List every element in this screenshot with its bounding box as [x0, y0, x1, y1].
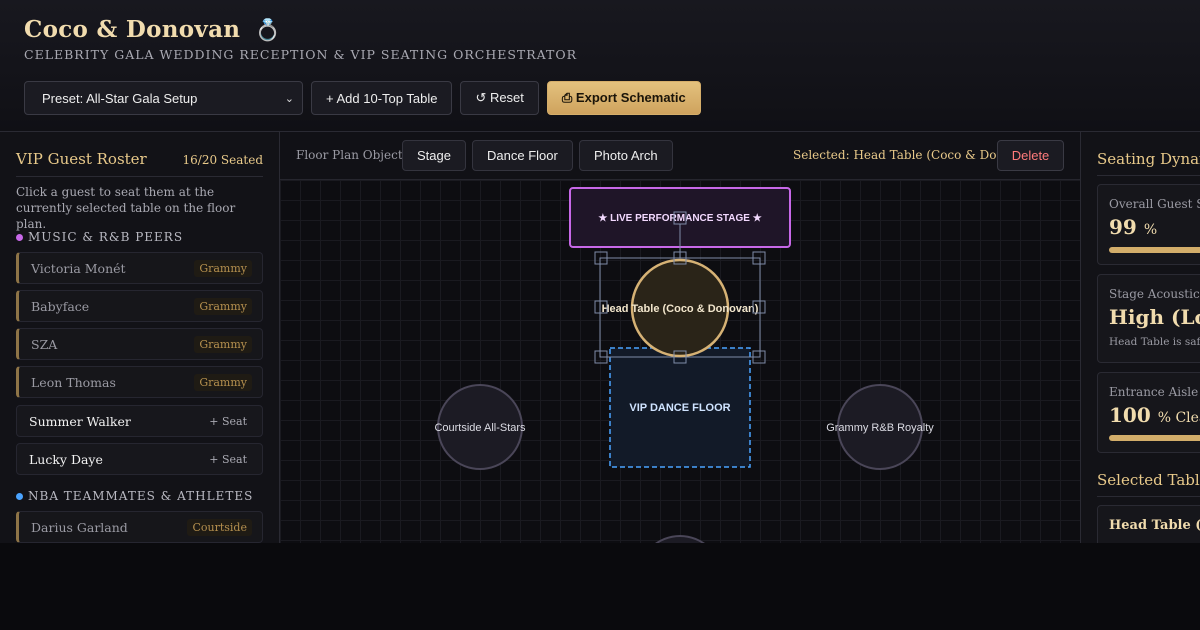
table-label: Grammy R&B Royalty: [826, 422, 934, 434]
add-stage-button[interactable]: Stage: [402, 140, 466, 171]
stage-label: ★ LIVE PERFORMANCE STAGE ★: [598, 213, 761, 224]
group-dot-icon: [16, 492, 23, 500]
page-subtitle: CELEBRITY GALA WEDDING RECEPTION & VIP S…: [24, 47, 578, 62]
synergy-progress: [1109, 247, 1200, 253]
chevron-down-icon: ⌄: [284, 92, 294, 105]
guest-name: Summer Walker: [29, 413, 131, 429]
page-title: Coco & Donovan 💍: [24, 16, 281, 43]
synergy-card: Overall Guest Synergy 99 %: [1097, 184, 1200, 265]
acoustic-value: High (Loud): [1109, 305, 1200, 329]
guest-item[interactable]: Leon Thomas Grammy: [16, 366, 263, 398]
guest-item[interactable]: Victoria Monét Grammy: [16, 252, 263, 284]
export-schematic-button[interactable]: ⎙ Export Schematic: [546, 81, 701, 115]
table-label: Courtside All-Stars: [434, 422, 526, 434]
table-courtside-all-stars[interactable]: Courtside All-Stars: [434, 384, 526, 470]
dance-floor-label: VIP DANCE FLOOR: [629, 402, 730, 414]
floor-objects-label: Floor Plan Objects:: [296, 148, 413, 162]
floor-plan-canvas[interactable]: ★ LIVE PERFORMANCE STAGE ★ VIP DANCE FLO…: [280, 180, 1080, 543]
seat-guest-button[interactable]: + Seat: [204, 451, 252, 468]
group-dot-icon: [16, 233, 23, 241]
sightline-progress: [1109, 435, 1200, 441]
sightline-card: Entrance Aisle Sightline 100 % Clear: [1097, 372, 1200, 453]
sightline-number: 100: [1109, 403, 1151, 427]
selected-table-card: Head Table (Coco & Donovan): [1097, 505, 1200, 543]
acoustic-card: Stage Acoustic Proximity High (Loud) Hea…: [1097, 274, 1200, 363]
guest-item[interactable]: Lucky Daye + Seat: [16, 443, 263, 475]
synergy-number: 99: [1109, 215, 1137, 239]
guest-name: Darius Garland: [31, 519, 128, 535]
head-table[interactable]: Head Table (Coco & Donovan): [602, 258, 759, 358]
sightline-value: 100 % Clear: [1109, 403, 1200, 427]
divider: [1097, 175, 1200, 176]
app-header: Coco & Donovan 💍 CELEBRITY GALA WEDDING …: [0, 0, 1200, 132]
seating-dynamics-panel: Seating Dynamics Overall Guest Synergy 9…: [1080, 132, 1200, 543]
guest-item[interactable]: SZA Grammy: [16, 328, 263, 360]
synergy-progress-fill: [1109, 247, 1200, 253]
head-table-label: Head Table (Coco & Donovan): [602, 303, 759, 315]
guest-name: Leon Thomas: [31, 374, 116, 390]
synergy-value: 99 %: [1109, 215, 1157, 239]
guest-name: SZA: [31, 336, 58, 352]
roster-description: Click a guest to seat them at the curren…: [16, 185, 236, 231]
guest-tag: Courtside: [187, 518, 252, 536]
couple-name: Coco & Donovan: [24, 16, 241, 43]
guest-roster-panel: VIP Guest Roster 16/20 Seated Click a gu…: [0, 132, 280, 543]
sightline-label: Entrance Aisle Sightline: [1109, 385, 1200, 399]
synergy-unit: %: [1143, 222, 1158, 238]
seat-guest-button[interactable]: + Seat: [204, 413, 252, 430]
acoustic-label: Stage Acoustic Proximity: [1109, 287, 1200, 301]
group-label-nba: NBA TEAMMATES & ATHLETES: [16, 489, 253, 503]
guest-item[interactable]: Darius Garland Courtside: [16, 511, 263, 543]
table-grammy-rnb-royalty[interactable]: Grammy R&B Royalty: [826, 384, 934, 470]
selected-table-title: Selected Table Seats: [1097, 471, 1200, 489]
guest-tag: Grammy: [194, 335, 252, 353]
guest-tag: Grammy: [194, 297, 252, 315]
floor-plan-toolbar: Floor Plan Objects: Stage Dance Floor Ph…: [280, 132, 1080, 180]
toolbar: Preset: All-Star Gala Setup ⌄ + Add 10-T…: [24, 81, 701, 115]
guest-name: Lucky Daye: [29, 451, 103, 467]
guest-tag: Grammy: [194, 259, 252, 277]
acoustic-note: Head Table is safely distanced: [1109, 336, 1200, 348]
guest-name: Victoria Monét: [31, 260, 126, 276]
seated-count: 16/20 Seated: [182, 153, 263, 167]
divider: [1097, 496, 1200, 497]
synergy-label: Overall Guest Synergy: [1109, 197, 1200, 211]
selected-table-name: Head Table (Coco & Donovan): [1109, 518, 1200, 533]
sightline-unit: % Clear: [1157, 410, 1200, 426]
add-photo-arch-button[interactable]: Photo Arch: [579, 140, 673, 171]
dynamics-title: Seating Dynamics: [1097, 150, 1200, 168]
floor-plan-panel: Floor Plan Objects: Stage Dance Floor Ph…: [280, 132, 1080, 543]
group-label-text: MUSIC & R&B PEERS: [28, 230, 184, 244]
guest-tag: Grammy: [194, 373, 252, 391]
dance-floor-object[interactable]: VIP DANCE FLOOR: [609, 347, 751, 468]
group-label-music: MUSIC & R&B PEERS: [16, 230, 183, 244]
ring-icon: 💍: [254, 18, 282, 42]
floor-plan-svg: ★ LIVE PERFORMANCE STAGE ★ VIP DANCE FLO…: [434, 187, 934, 543]
preset-select-value: Preset: All-Star Gala Setup: [42, 90, 198, 106]
reset-button[interactable]: ↺ Reset: [460, 81, 539, 115]
guest-name: Babyface: [31, 298, 90, 314]
sightline-progress-fill: [1109, 435, 1200, 441]
add-table-button[interactable]: + Add 10-Top Table: [311, 81, 453, 115]
delete-button[interactable]: Delete: [997, 140, 1064, 171]
roster-header: VIP Guest Roster 16/20 Seated: [16, 150, 263, 177]
guest-item[interactable]: Summer Walker + Seat: [16, 405, 263, 437]
preset-select[interactable]: Preset: All-Star Gala Setup ⌄: [24, 81, 303, 115]
roster-title: VIP Guest Roster: [16, 150, 147, 168]
page-footer-area: [0, 543, 1200, 630]
table-partial[interactable]: [638, 535, 722, 543]
add-dance-floor-button[interactable]: Dance Floor: [472, 140, 573, 171]
guest-item[interactable]: Babyface Grammy: [16, 290, 263, 322]
group-label-text: NBA TEAMMATES & ATHLETES: [28, 489, 254, 503]
